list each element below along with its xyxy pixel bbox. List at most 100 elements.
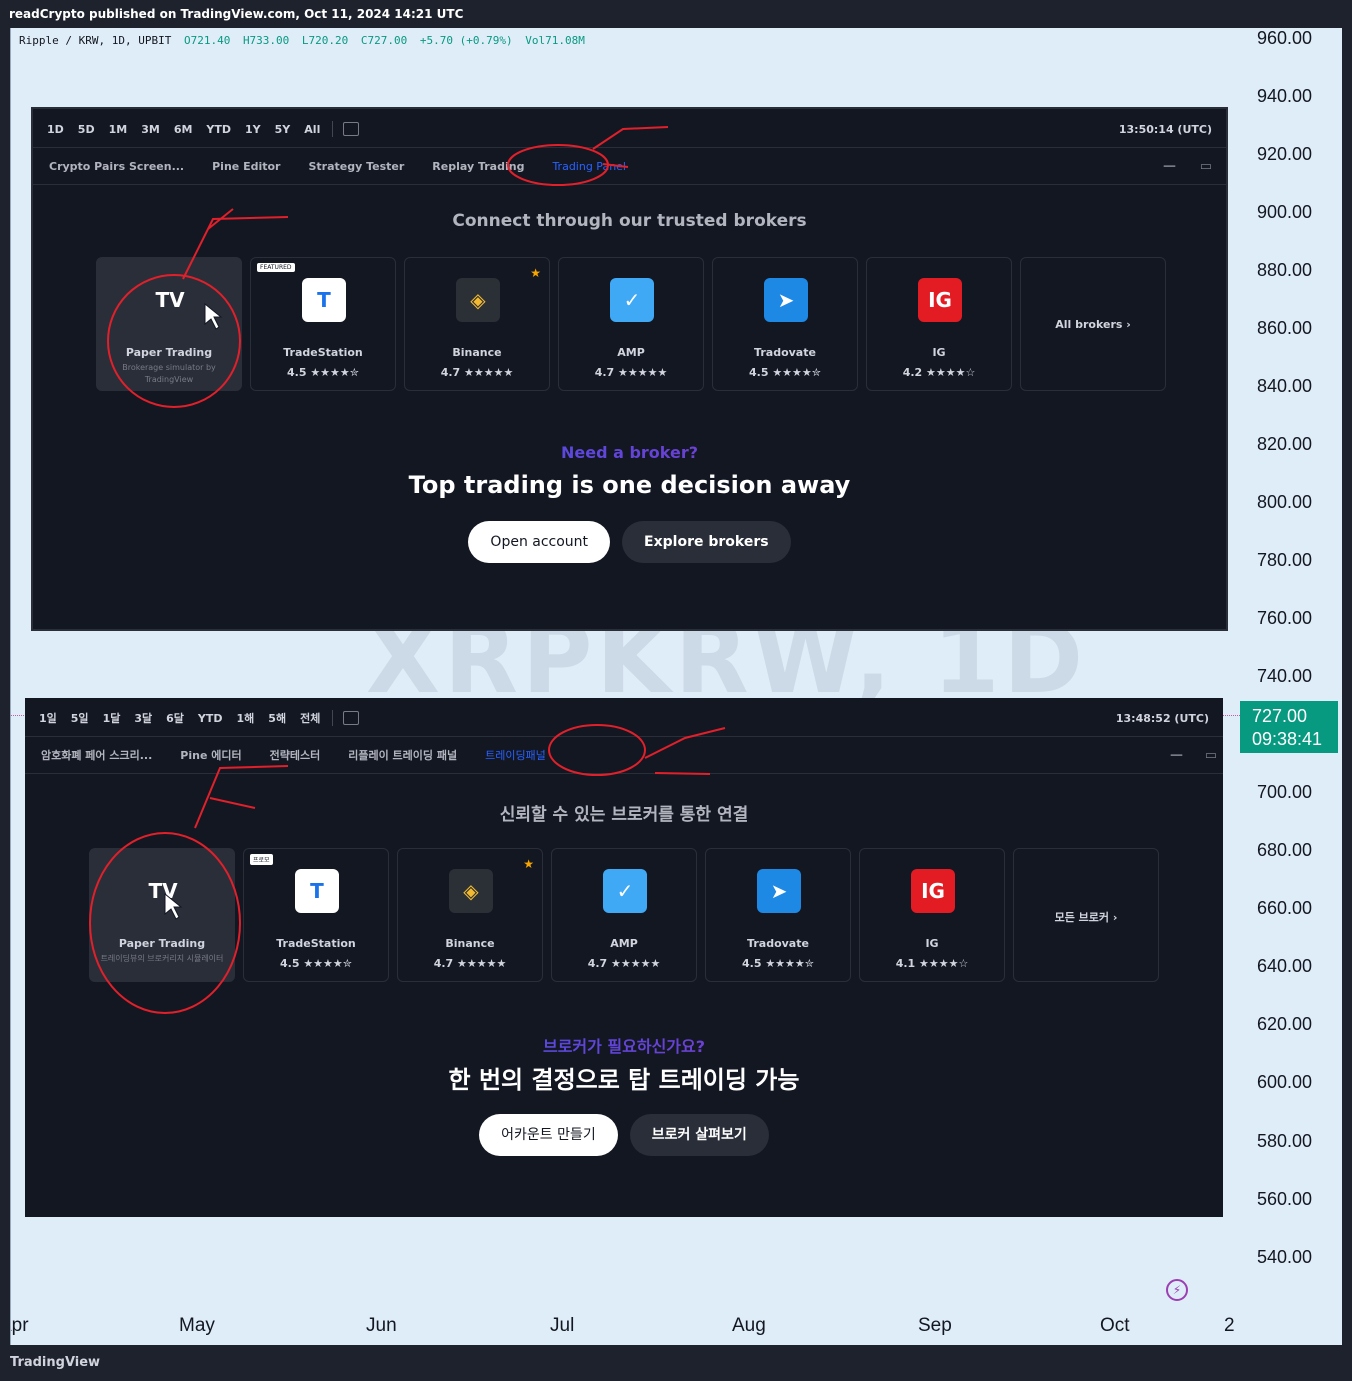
- tab-replay-trading[interactable]: 리플레이 트레이딩 패널: [348, 747, 457, 763]
- price-axis[interactable]: 960.00 940.00 920.00 900.00 880.00 860.0…: [1242, 28, 1342, 1308]
- broker-card-paper-trading[interactable]: TV Paper Trading 트레이딩뷰의 브로커리지 시뮬레이터: [89, 848, 235, 982]
- broker-card-ig[interactable]: IG IG 4.2 ★★★★☆: [866, 257, 1012, 391]
- broker-cards: TV Paper Trading 트레이딩뷰의 브로커리지 시뮬레이터 프로모 …: [89, 848, 1167, 982]
- tf-all[interactable]: 전체: [300, 710, 320, 726]
- tf-1y[interactable]: 1해: [237, 710, 255, 726]
- broker-subtitle: Brokerage simulator by TradingView: [122, 363, 216, 384]
- minimize-icon[interactable]: —: [1170, 748, 1183, 763]
- broker-card-tradovate[interactable]: ➤ Tradovate 4.5 ★★★★✮: [705, 848, 851, 982]
- broker-rating: 4.5 ★★★★✮: [749, 366, 821, 379]
- publish-line: readCrypto published on TradingView.com,…: [9, 7, 464, 21]
- tf-ytd[interactable]: YTD: [206, 123, 231, 136]
- tf-1d[interactable]: 1D: [47, 123, 64, 136]
- minimize-icon[interactable]: —: [1163, 159, 1176, 174]
- broker-card-binance[interactable]: ★ ◈ Binance 4.7 ★★★★★: [397, 848, 543, 982]
- broker-rating: 4.1 ★★★★☆: [895, 957, 969, 970]
- broker-card-amp[interactable]: ✓ AMP 4.7 ★★★★★: [558, 257, 704, 391]
- tf-ytd[interactable]: YTD: [198, 712, 223, 725]
- price-tick: 580.00: [1256, 1131, 1312, 1151]
- tf-3m[interactable]: 3M: [141, 123, 160, 136]
- ig-logo-icon: IG: [918, 278, 962, 322]
- timeframe-row: 1D 5D 1M 3M 6M YTD 1Y 5Y All 13:50:14 (U…: [33, 119, 1226, 139]
- broker-card-amp[interactable]: ✓ AMP 4.7 ★★★★★: [551, 848, 697, 982]
- tf-all[interactable]: All: [304, 123, 320, 136]
- tab-strategy-tester[interactable]: Strategy Tester: [308, 160, 404, 173]
- broker-rating: 4.5 ★★★★✮: [287, 366, 359, 379]
- tf-5d[interactable]: 5D: [78, 123, 95, 136]
- tab-strategy-tester[interactable]: 전략테스터: [270, 747, 321, 763]
- explore-brokers-button[interactable]: Explore brokers: [622, 521, 791, 563]
- timeframe-row: 1일 5일 1달 3달 6달 YTD 1해 5해 전체 13:48:52 (UT…: [25, 708, 1223, 728]
- broker-rating: 4.7 ★★★★★: [433, 957, 507, 970]
- broker-card-binance[interactable]: ★ ◈ Binance 4.7 ★★★★★: [404, 257, 550, 391]
- need-broker-text: Need a broker?: [33, 443, 1226, 462]
- time-tick: Oct: [1100, 1315, 1130, 1336]
- binance-logo-icon: ◈: [449, 869, 493, 913]
- broker-card-ig[interactable]: IG IG 4.1 ★★★★☆: [859, 848, 1005, 982]
- tf-1m[interactable]: 1M: [109, 123, 128, 136]
- all-brokers-link[interactable]: 모든 브로커 ›: [1014, 909, 1158, 925]
- broker-name: TradeStation: [283, 346, 363, 359]
- tab-trading-panel[interactable]: Trading Panel: [552, 160, 626, 173]
- all-brokers-link[interactable]: All brokers ›: [1021, 318, 1165, 331]
- price-tick: 640.00: [1256, 956, 1312, 976]
- tradovate-logo-icon: ➤: [764, 278, 808, 322]
- price-tick: 960.00: [1256, 28, 1312, 48]
- tradovate-logo-icon: ➤: [757, 869, 801, 913]
- broker-name: Tradovate: [747, 937, 809, 950]
- price-tick: 840.00: [1256, 376, 1312, 396]
- price-tick: 660.00: [1256, 898, 1312, 918]
- tab-pine-editor[interactable]: Pine 에디터: [180, 747, 241, 763]
- calendar-icon[interactable]: [343, 711, 360, 725]
- time-axis[interactable]: Apr May Jun Jul Aug Sep Oct 2: [11, 1307, 1251, 1345]
- explore-brokers-button[interactable]: 브로커 살펴보기: [629, 1114, 769, 1156]
- tf-3m[interactable]: 3달: [134, 710, 152, 726]
- broker-card-tradestation[interactable]: FEATURED T TradeStation 4.5 ★★★★✮: [250, 257, 396, 391]
- tf-5y[interactable]: 5해: [268, 710, 286, 726]
- lightning-icon[interactable]: ⚡: [1166, 1279, 1188, 1301]
- cta-buttons: Open account Explore brokers: [33, 521, 1226, 563]
- tf-5y[interactable]: 5Y: [275, 123, 291, 136]
- broker-name: AMP: [617, 346, 645, 359]
- broker-card-tradovate[interactable]: ➤ Tradovate 4.5 ★★★★✮: [712, 257, 858, 391]
- price-tick: 760.00: [1256, 608, 1312, 628]
- open-account-button[interactable]: 어카운트 만들기: [479, 1114, 618, 1156]
- binance-logo-icon: ◈: [456, 278, 500, 322]
- time-tick: Jul: [550, 1315, 575, 1336]
- broker-rating: 4.5 ★★★★✮: [280, 957, 352, 970]
- footer-bar: TradingView: [0, 1345, 1352, 1381]
- open-account-button[interactable]: Open account: [468, 521, 611, 563]
- broker-card-tradestation[interactable]: 프로모 T TradeStation 4.5 ★★★★✮: [243, 848, 389, 982]
- symbol-name[interactable]: Ripple / KRW, 1D, UPBIT: [19, 34, 171, 47]
- tradingview-brand[interactable]: TradingView: [10, 1355, 100, 1370]
- tab-crypto-screener[interactable]: Crypto Pairs Screen...: [49, 160, 184, 173]
- ohlc-open: O721.40: [183, 34, 231, 47]
- tf-1y[interactable]: 1Y: [245, 123, 261, 136]
- tf-1m[interactable]: 1달: [103, 710, 121, 726]
- time-tick: May: [179, 1315, 215, 1336]
- tf-5d[interactable]: 5일: [71, 710, 89, 726]
- divider: [332, 710, 334, 726]
- all-brokers-card[interactable]: All brokers ›: [1020, 257, 1166, 391]
- tf-6m[interactable]: 6달: [166, 710, 184, 726]
- maximize-icon[interactable]: ▭: [1200, 159, 1212, 174]
- maximize-icon[interactable]: ▭: [1205, 748, 1217, 763]
- tab-trading-panel[interactable]: 트레이딩패널: [485, 747, 546, 763]
- price-tick: 600.00: [1256, 1072, 1312, 1092]
- price-tick: 800.00: [1256, 492, 1312, 512]
- tab-replay-trading[interactable]: Replay Trading: [432, 160, 524, 173]
- all-brokers-card[interactable]: 모든 브로커 ›: [1013, 848, 1159, 982]
- calendar-icon[interactable]: [343, 122, 360, 136]
- price-tick: 780.00: [1256, 550, 1312, 570]
- tradingview-logo-icon: TV: [148, 879, 178, 903]
- broker-card-paper-trading[interactable]: TV Paper Trading Brokerage simulator by …: [96, 257, 242, 391]
- tab-crypto-screener[interactable]: 암호화폐 페어 스크리...: [41, 747, 152, 763]
- price-tick: 920.00: [1256, 144, 1312, 164]
- divider: [332, 121, 334, 137]
- bar-countdown: 09:38:41: [1252, 729, 1323, 749]
- chart-area[interactable]: Ripple / KRW, 1D, UPBIT O721.40 H733.00 …: [10, 28, 1342, 1345]
- tf-1d[interactable]: 1일: [39, 710, 57, 726]
- tf-6m[interactable]: 6M: [174, 123, 193, 136]
- tab-pine-editor[interactable]: Pine Editor: [212, 160, 280, 173]
- price-tick: 700.00: [1256, 782, 1312, 802]
